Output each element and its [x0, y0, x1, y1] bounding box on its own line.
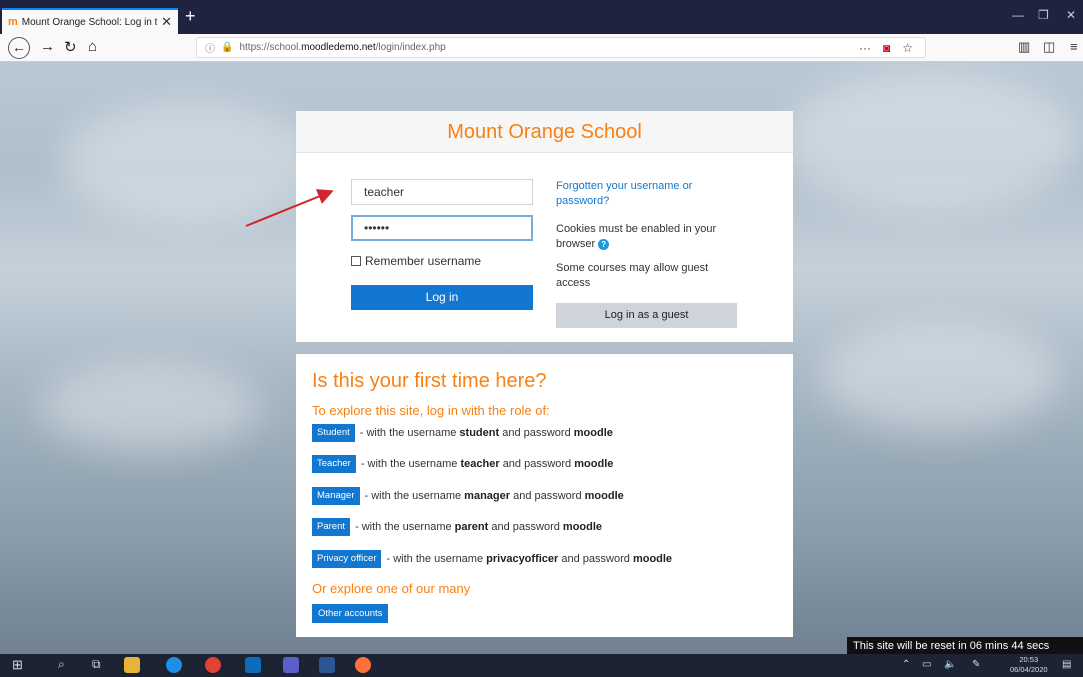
- back-icon[interactable]: ←: [8, 37, 30, 59]
- remember-checkbox[interactable]: [351, 256, 361, 266]
- menu-icon[interactable]: ≡: [1070, 39, 1078, 54]
- forgot-password-link[interactable]: Forgotten your username or password?: [556, 179, 731, 209]
- manager-button[interactable]: Manager: [312, 487, 360, 505]
- navigation-bar: ← → ↻ ⌂ ⓘ 🔒 https://school.moodledemo.ne…: [0, 34, 1083, 62]
- system-clock[interactable]: 20:53 06/04/2020: [1010, 655, 1048, 675]
- close-tab-icon[interactable]: ✕: [161, 14, 172, 30]
- help-icon[interactable]: ?: [598, 238, 610, 250]
- site-title: Mount Orange School: [296, 111, 793, 153]
- windows-start-icon[interactable]: ⊞: [12, 657, 23, 673]
- tray-chevron-icon[interactable]: ⌃: [902, 659, 910, 670]
- star-icon[interactable]: ☆: [902, 41, 913, 55]
- role-row-manager: Manager - with the username manager and …: [312, 487, 624, 505]
- library-icon[interactable]: ▥: [1018, 39, 1030, 55]
- tab-title: Mount Orange School: Log in t: [21, 16, 158, 28]
- info-icon[interactable]: ⓘ: [205, 40, 215, 55]
- privacy-officer-button[interactable]: Privacy officer: [312, 550, 382, 568]
- word-icon[interactable]: [319, 657, 335, 673]
- new-tab-icon[interactable]: +: [185, 6, 196, 27]
- restore-icon[interactable]: ❐: [1038, 8, 1049, 22]
- teams-icon[interactable]: [283, 657, 299, 673]
- role-row-student: Student - with the username student and …: [312, 424, 613, 442]
- search-icon[interactable]: ⌕: [58, 657, 65, 672]
- role-row-privacy-officer: Privacy officer - with the username priv…: [312, 550, 672, 568]
- minimize-icon[interactable]: —: [1012, 8, 1024, 22]
- forward-icon[interactable]: →: [40, 38, 55, 55]
- login-card: Mount Orange School teacher •••••• Remem…: [296, 111, 793, 342]
- moodle-favicon-icon: m: [8, 16, 18, 28]
- edge-icon[interactable]: [166, 657, 182, 673]
- address-bar[interactable]: ⓘ 🔒 https://school.moodledemo.net/login/…: [196, 37, 926, 58]
- teacher-button[interactable]: Teacher: [312, 455, 356, 473]
- annotation-arrow-icon: [245, 189, 334, 227]
- first-time-heading: Is this your first time here?: [312, 370, 547, 392]
- task-view-icon[interactable]: ⧉: [92, 657, 101, 672]
- parent-button[interactable]: Parent: [312, 518, 350, 536]
- remember-username[interactable]: Remember username: [351, 254, 481, 268]
- notifications-icon[interactable]: ▤: [1062, 659, 1071, 670]
- firefox-icon[interactable]: [355, 657, 371, 673]
- explore-more-text: Or explore one of our many: [312, 581, 471, 596]
- lock-icon: 🔒: [221, 42, 234, 53]
- pocket-icon[interactable]: ◙: [883, 41, 890, 55]
- network-icon[interactable]: ▭: [922, 659, 931, 670]
- role-row-parent: Parent - with the username parent and pa…: [312, 518, 602, 536]
- guest-note: Some courses may allow guest access: [556, 262, 709, 289]
- password-field[interactable]: ••••••: [351, 215, 533, 241]
- remember-label: Remember username: [365, 254, 482, 268]
- reset-notice: This site will be reset in 06 mins 44 se…: [847, 637, 1083, 655]
- windows-taskbar: ⊞ ⌕ ⧉ ⌃ ▭ 🔈 ✎ 20:53 06/04/2020 ▤: [0, 654, 1083, 677]
- sidebar-icon[interactable]: ◫: [1043, 39, 1055, 55]
- chrome-icon[interactable]: [205, 657, 221, 673]
- file-explorer-icon[interactable]: [124, 657, 140, 673]
- page-actions-icon[interactable]: ···: [859, 41, 871, 55]
- explore-text: To explore this site, log in with the ro…: [312, 403, 550, 418]
- browser-tab-bar: m Mount Orange School: Log in t ✕ + — ❐ …: [0, 0, 1083, 34]
- login-button[interactable]: Log in: [351, 285, 533, 310]
- cookies-note: Cookies must be enabled in your browser …: [556, 223, 717, 250]
- pen-icon[interactable]: ✎: [972, 659, 980, 670]
- role-row-teacher: Teacher - with the username teacher and …: [312, 455, 613, 473]
- guest-login-button[interactable]: Log in as a guest: [556, 303, 737, 328]
- outlook-icon[interactable]: [245, 657, 261, 673]
- browser-tab[interactable]: m Mount Orange School: Log in t ✕: [2, 8, 178, 34]
- reload-icon[interactable]: ↻: [64, 38, 77, 56]
- window-close-icon[interactable]: ✕: [1066, 8, 1076, 22]
- url-text: https://school.moodledemo.net/login/inde…: [239, 42, 446, 53]
- volume-icon[interactable]: 🔈: [944, 659, 956, 670]
- other-accounts-button[interactable]: Other accounts: [312, 604, 389, 623]
- student-button[interactable]: Student: [312, 424, 355, 442]
- username-field[interactable]: teacher: [351, 179, 533, 205]
- home-icon[interactable]: ⌂: [88, 38, 97, 55]
- info-card: Is this your first time here? To explore…: [296, 354, 793, 637]
